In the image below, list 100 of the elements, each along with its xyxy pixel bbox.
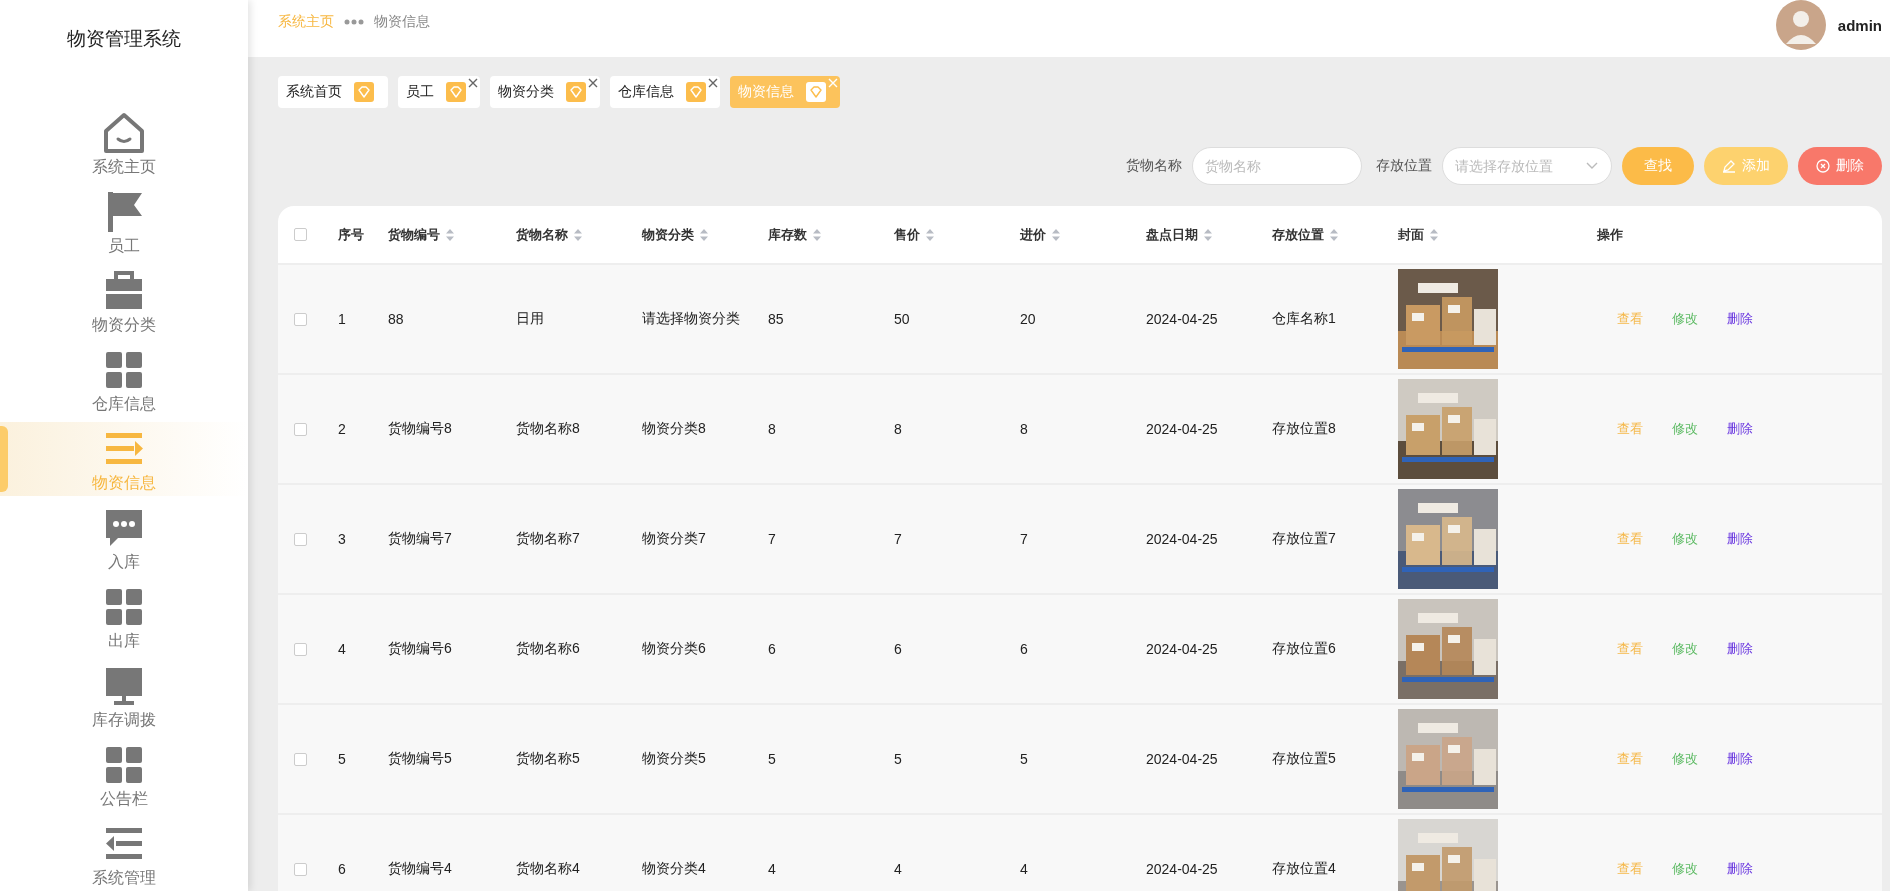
table-cell: 8 [1020,421,1028,437]
table-cell: 货物编号6 [388,640,452,658]
delete-link[interactable]: 删除 [1727,750,1753,768]
user-name: admin [1837,16,1882,34]
table-cell: 物资分类8 [642,420,706,438]
field-label: 存放位置 [1376,157,1432,175]
table-cell: 6 [768,641,776,657]
sidebar-item[interactable]: 入库 [0,501,248,575]
sidebar-item[interactable]: 系统管理 [0,817,248,891]
active-indicator [0,426,8,492]
close-circle-icon [1816,159,1830,173]
sort-icon [700,228,708,241]
checkbox[interactable] [294,862,307,876]
table-cell: 4 [768,861,776,877]
chevron-down-icon [1586,162,1598,170]
table-cell: 仓库名称1 [1272,310,1336,328]
delete-link[interactable]: 删除 [1727,530,1753,548]
table-cell: 物资分类4 [642,860,706,878]
table-cell: 货物名称8 [516,420,580,438]
delete-link[interactable]: 删除 [1727,420,1753,438]
close-icon [588,78,598,88]
app-title: 物资管理系统 [66,27,182,51]
gem-icon [686,82,706,102]
delete-link[interactable]: 删除 [1727,860,1753,878]
gem-icon [446,82,466,102]
table-cell: 存放位置8 [1272,420,1336,438]
sort-icon [574,228,582,241]
sort-icon [813,228,821,241]
table-cell: 7 [1020,531,1028,547]
delete-link[interactable]: 删除 [1727,640,1753,658]
column-header[interactable]: 存放位置 [1262,225,1388,244]
column-header[interactable]: 封面 [1388,225,1587,244]
sidebar-item[interactable]: 系统主页 [0,106,248,180]
table-cell: 存放位置7 [1272,530,1336,548]
gem-icon [566,82,586,102]
table-cell: 5 [1020,751,1028,767]
column-header: 序号 [337,225,365,244]
sidebar-item[interactable]: 物资分类 [0,264,248,338]
tab[interactable]: 物资分类 [490,76,600,108]
table-cell: 50 [894,311,910,327]
gem-icon [354,82,374,102]
checkbox[interactable] [294,752,307,766]
checkbox[interactable] [294,228,307,241]
select-field[interactable]: 请选择存放位置 [1442,147,1612,185]
sidebar-item[interactable]: 库存调拨 [0,659,248,733]
table-cell: 货物名称7 [516,530,580,548]
table-cell: 请选择物资分类 [642,310,740,328]
column-header[interactable]: 货物名称 [506,225,632,244]
column-header[interactable]: 库存数 [758,225,884,244]
sidebar-item[interactable]: 出库 [0,580,248,654]
delete-link[interactable]: 删除 [1727,310,1753,328]
table-cell: 货物名称5 [516,750,580,768]
table-cell: 7 [768,531,776,547]
table-cell: 20 [1020,311,1036,327]
tab[interactable]: 员工 [398,76,480,108]
table-cell: 2024-04-25 [1146,531,1218,547]
checkbox[interactable] [294,642,307,656]
delete-button[interactable]: 删除 [1798,147,1882,185]
sort-icon [1430,228,1438,241]
checkbox[interactable] [294,422,307,436]
sort-icon [1204,228,1212,241]
breadcrumb-current: 物资信息 [374,12,430,31]
close-icon [708,78,718,88]
table-cell: 2024-04-25 [1146,311,1218,327]
table-cell: 货物编号7 [388,530,452,548]
table-cell: 日用 [516,310,544,328]
table-cell: 2024-04-25 [1146,861,1218,877]
table-cell: 货物名称6 [516,640,580,658]
checkbox[interactable] [294,532,307,546]
tab[interactable]: 仓库信息 [610,76,720,108]
checkbox[interactable] [294,312,307,326]
column-header[interactable]: 盘点日期 [1136,225,1262,244]
sort-icon [1330,228,1338,241]
column-header[interactable]: 售价 [884,225,1010,244]
sort-icon [926,228,934,241]
table-cell: 货物编号5 [388,750,452,768]
sidebar-item[interactable]: 公告栏 [0,738,248,812]
close-icon [468,78,478,88]
sidebar-item[interactable]: 员工 [0,185,248,259]
table-cell: 8 [894,421,902,437]
pencil-icon [1722,159,1736,173]
table-cell: 2024-04-25 [1146,751,1218,767]
table-cell: 8 [768,421,776,437]
sort-icon [1052,228,1060,241]
table-cell: 存放位置6 [1272,640,1336,658]
field-label: 货物名称 [1126,157,1182,175]
tab[interactable]: 系统首页 [278,76,388,108]
table-cell: 85 [768,311,784,327]
table-cell: 货物名称4 [516,860,580,878]
sidebar-item[interactable]: 仓库信息 [0,343,248,417]
table-cell: 6 [894,641,902,657]
table-cell: 6 [338,861,346,877]
avatar [1775,0,1826,50]
table-cell: 2 [338,421,346,437]
column-header[interactable]: 进价 [1010,225,1136,244]
table-cell: 存放位置5 [1272,750,1336,768]
input-field[interactable]: 货物名称 [1192,147,1362,185]
column-header[interactable]: 货物编号 [378,225,506,244]
table-cell: 物资分类6 [642,640,706,658]
column-header[interactable]: 物资分类 [632,225,758,244]
